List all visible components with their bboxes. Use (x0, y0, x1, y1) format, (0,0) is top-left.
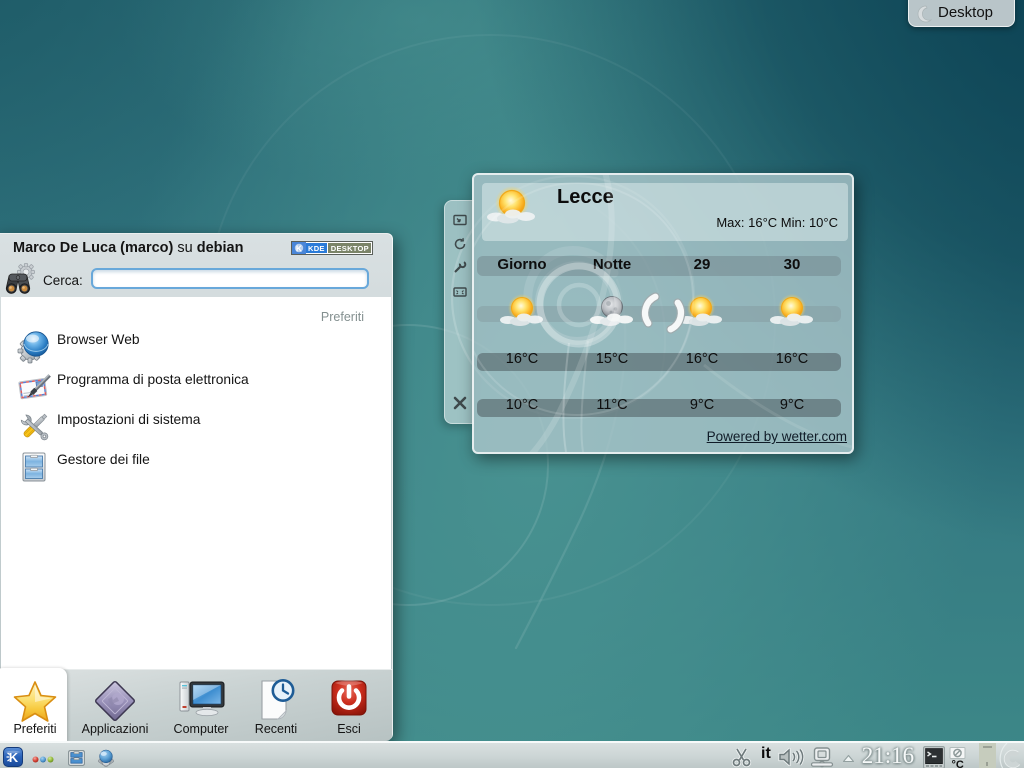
svg-text:°C: °C (952, 759, 964, 768)
svg-text:K: K (9, 750, 19, 765)
svg-text:K: K (296, 243, 303, 253)
